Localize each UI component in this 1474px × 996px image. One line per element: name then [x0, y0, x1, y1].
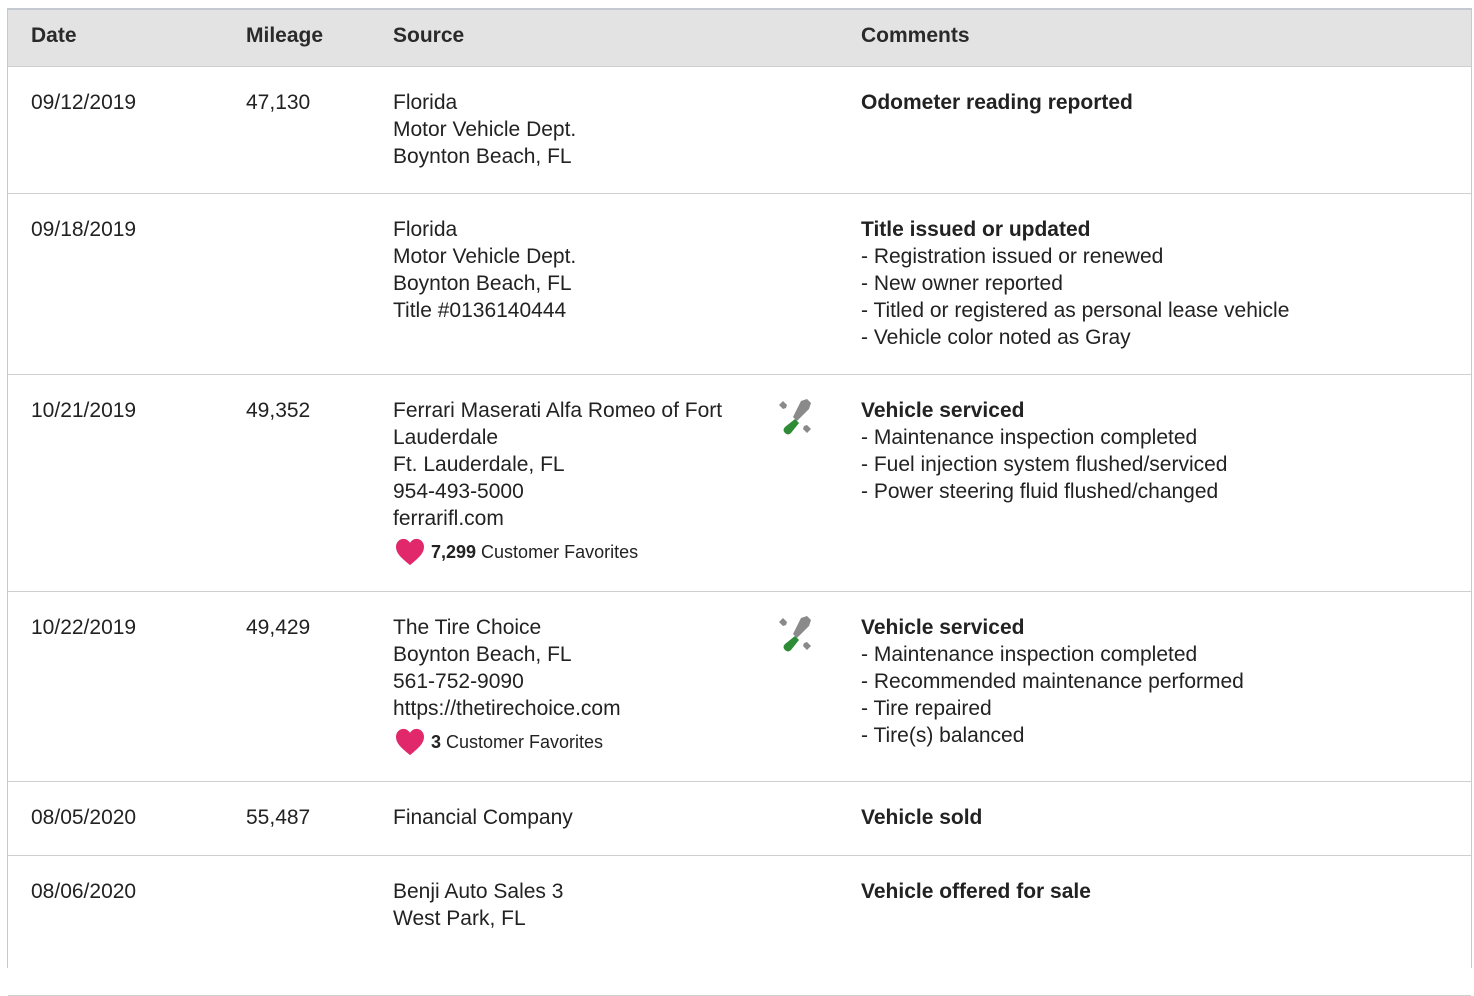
source-cell: Florida Motor Vehicle Dept. Boynton Beach,…	[393, 216, 758, 324]
history-table: Date Mileage Source Comments 09/12/2019 4…	[7, 8, 1472, 996]
source-cell: The Tire Choice Boynton Beach, FL 561-752-…	[393, 614, 758, 756]
table-header: Date Mileage Source Comments	[8, 10, 1471, 67]
customer-favorites[interactable]: 7,299 Customer Favorites	[393, 538, 758, 566]
favorites-count: 3	[431, 731, 442, 752]
comment-item: Tire repaired	[861, 695, 1451, 722]
favorites-label: Customer Favorites	[481, 541, 639, 562]
table-row: 09/18/2019 Florida Motor Vehicle Dept. Boyn…	[8, 194, 1471, 375]
comment-heading: Vehicle offered for sale	[861, 880, 1091, 903]
header-date: Date	[31, 24, 77, 47]
source-cell: Ferrari Maserati Alfa Romeo of Fort Laude…	[393, 397, 758, 566]
customer-favorites[interactable]: 3 Customer Favorites	[393, 728, 758, 756]
source-cell: Benji Auto Sales 3 West Park, FL	[393, 878, 758, 932]
comment-item: Vehicle color noted as Gray	[861, 324, 1451, 351]
source-line: Benji Auto Sales 3	[393, 880, 564, 903]
comments-cell: Vehicle offered for sale	[861, 878, 1451, 905]
comment-item: Recommended maintenance performed	[861, 668, 1451, 695]
date-cell: 09/18/2019	[31, 218, 137, 241]
source-line: Title #0136140444	[393, 299, 567, 322]
source-line: Ferrari Maserati Alfa Romeo of Fort	[393, 399, 723, 422]
heart-icon	[395, 728, 425, 756]
favorites-label: Customer Favorites	[446, 731, 604, 752]
table-row: 10/22/2019 49,429 The Tire Choice Boynton B…	[8, 592, 1471, 782]
source-phone[interactable]: 561-752-9090	[393, 668, 758, 695]
wrench-screwdriver-icon	[777, 397, 817, 437]
mileage-cell: 47,130	[246, 91, 311, 114]
comments-cell: Odometer reading reported	[861, 89, 1451, 116]
heart-icon	[395, 538, 425, 566]
comments-cell: Vehicle servicedMaintenance inspection c…	[861, 397, 1451, 505]
source-line: Ft. Lauderdale, FL	[393, 453, 565, 476]
comment-item: Titled or registered as personal lease v…	[861, 297, 1451, 324]
source-line: Boynton Beach, FL	[393, 272, 572, 295]
comments-cell: Vehicle sold	[861, 804, 1451, 831]
table-row: 09/12/2019 47,130 Florida Motor Vehicle Dep…	[8, 67, 1471, 194]
comment-heading: Title issued or updated	[861, 218, 1091, 241]
source-cell: Florida Motor Vehicle Dept. Boynton Beach,…	[393, 89, 758, 170]
comment-heading: Vehicle serviced	[861, 616, 1025, 639]
table-row: 10/21/2019 49,352 Ferrari Maserati Alfa Ro…	[8, 375, 1471, 592]
favorites-count: 7,299	[431, 541, 477, 562]
date-cell: 10/21/2019	[31, 399, 137, 422]
table-row: 08/05/2020 55,487 Financial Company Vehicle…	[8, 782, 1471, 856]
source-line: Lauderdale	[393, 426, 499, 449]
source-line: Motor Vehicle Dept.	[393, 118, 577, 141]
date-cell: 08/06/2020	[31, 880, 137, 903]
source-line: Boynton Beach, FL	[393, 643, 572, 666]
source-line: West Park, FL	[393, 907, 526, 930]
mileage-cell: 55,487	[246, 806, 311, 829]
comment-heading: Odometer reading reported	[861, 91, 1133, 114]
comment-item: Registration issued or renewed	[861, 243, 1451, 270]
comments-cell: Vehicle servicedMaintenance inspection c…	[861, 614, 1451, 749]
source-cell: Financial Company	[393, 804, 758, 831]
source-website-link[interactable]: ferrarifl.com	[393, 505, 758, 532]
header-source: Source	[393, 24, 465, 47]
source-website-link[interactable]: https://thetirechoice.com	[393, 695, 758, 722]
date-cell: 08/05/2020	[31, 806, 137, 829]
date-cell: 09/12/2019	[31, 91, 137, 114]
date-cell: 10/22/2019	[31, 616, 137, 639]
comment-item: Tire(s) balanced	[861, 722, 1451, 749]
comments-cell: Title issued or updatedRegistration issu…	[861, 216, 1451, 351]
mileage-cell: 49,352	[246, 399, 311, 422]
header-mileage: Mileage	[246, 24, 324, 47]
wrench-screwdriver-icon	[777, 614, 817, 654]
table-row: 08/06/2020 Benji Auto Sales 3 West Park, F…	[8, 856, 1471, 996]
source-line: Florida	[393, 91, 458, 114]
source-line: Financial Company	[393, 806, 573, 829]
header-comments: Comments	[861, 24, 970, 47]
source-phone[interactable]: 954-493-5000	[393, 478, 758, 505]
comment-item: Maintenance inspection completed	[861, 424, 1451, 451]
comment-item: Fuel injection system flushed/serviced	[861, 451, 1451, 478]
comment-item: New owner reported	[861, 270, 1451, 297]
comment-item: Power steering fluid flushed/changed	[861, 478, 1451, 505]
mileage-cell: 49,429	[246, 616, 311, 639]
comment-item: Maintenance inspection completed	[861, 641, 1451, 668]
source-line: The Tire Choice	[393, 616, 542, 639]
comment-heading: Vehicle sold	[861, 806, 983, 829]
source-line: Boynton Beach, FL	[393, 145, 572, 168]
source-line: Florida	[393, 218, 458, 241]
comment-heading: Vehicle serviced	[861, 399, 1025, 422]
source-line: Motor Vehicle Dept.	[393, 245, 577, 268]
